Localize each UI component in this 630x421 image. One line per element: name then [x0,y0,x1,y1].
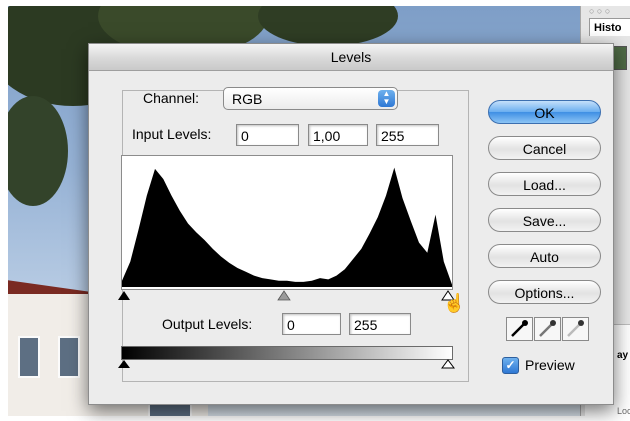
layers-label-fragment: ay [617,350,629,361]
output-slider-track[interactable] [115,358,460,370]
input-level-black-field[interactable]: 0 [236,124,299,146]
house-window [58,336,80,378]
input-level-gamma-field[interactable]: 1,00 [308,124,368,146]
select-arrows-icon: ▲ ▼ [378,90,395,107]
preview-checkbox[interactable]: ✓ [502,357,519,374]
histogram-area [122,167,452,287]
auto-button[interactable]: Auto [488,244,601,268]
load-button[interactable]: Load... [488,172,601,196]
black-point-slider-icon[interactable] [118,291,130,300]
black-eyedropper-button[interactable] [506,317,533,341]
channel-label: Channel: [143,90,200,106]
input-levels-label: Input Levels: [132,126,212,142]
ok-button[interactable]: OK [488,100,601,124]
tree-foliage [8,96,68,206]
cancel-button[interactable]: Cancel [488,136,601,160]
input-slider-track[interactable] [115,288,460,302]
output-level-black-field[interactable]: 0 [282,313,341,335]
tree-foliage [258,6,398,46]
gamma-slider-icon[interactable] [277,290,291,301]
histogram [121,155,453,290]
save-button[interactable]: Save... [488,208,601,232]
output-black-slider-icon[interactable] [118,360,130,368]
input-level-white-field[interactable]: 255 [376,124,439,146]
house-window [18,336,40,378]
channel-select[interactable]: RGB ▲ ▼ [223,87,398,110]
output-level-white-field[interactable]: 255 [349,313,411,335]
output-white-slider-icon[interactable] [441,359,455,369]
white-eyedropper-button[interactable] [562,317,589,341]
output-levels-label: Output Levels: [162,316,253,332]
options-button[interactable]: Options... [488,280,601,304]
channel-select-value: RGB [232,91,263,107]
histogram-graph [122,167,452,287]
lock-label-fragment: Lock [617,406,630,416]
white-eyedropper-icon [567,320,584,337]
black-eyedropper-icon [511,320,528,337]
hand-cursor-icon: ☝ [443,293,466,313]
gray-eyedropper-icon [539,320,556,337]
preview-label: Preview [525,357,575,373]
levels-dialog: Levels Channel: RGB ▲ ▼ Input Levels: 0 1… [88,43,614,405]
window-controls-icon[interactable]: ○ ○ ○ [589,6,610,16]
tab-histogram[interactable]: Histo [589,18,630,36]
gray-eyedropper-button[interactable] [534,317,561,341]
dialog-title[interactable]: Levels [89,44,613,71]
